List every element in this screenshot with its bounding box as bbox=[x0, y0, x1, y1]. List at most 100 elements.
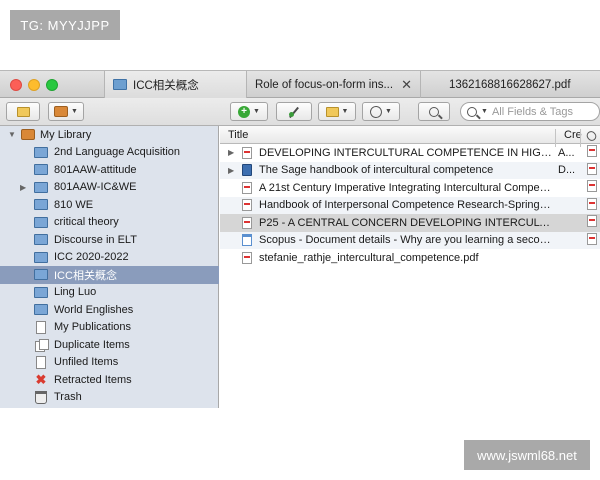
folder-icon bbox=[113, 79, 127, 90]
pdf-attachment-icon[interactable] bbox=[587, 180, 597, 195]
chevron-down-icon: ▼ bbox=[341, 108, 349, 115]
sidebar-item-trash[interactable]: Trash bbox=[0, 389, 219, 407]
search-icon[interactable] bbox=[467, 106, 477, 117]
table-row[interactable]: A 21st Century Imperative Integrating In… bbox=[220, 179, 600, 197]
new-note-button[interactable]: ▼ bbox=[318, 102, 356, 121]
pdf-attachment-icon[interactable] bbox=[587, 215, 597, 230]
items-pane: Title Cre ▶ DEVELOPING INTERCULTURAL COM… bbox=[220, 126, 600, 408]
search-field[interactable]: ▼ bbox=[460, 102, 600, 121]
collections-pane: ▼ My Library 2nd Language Acquisition 80… bbox=[0, 126, 219, 408]
sidebar-item-collection[interactable]: critical theory bbox=[0, 214, 219, 232]
disclosure-closed-icon[interactable]: ▶ bbox=[228, 166, 234, 175]
retracted-icon: ✖ bbox=[35, 372, 47, 388]
add-by-identifier-button[interactable] bbox=[276, 102, 312, 121]
sidebar-item-label: ICC相关概念 bbox=[54, 269, 117, 282]
add-attachment-button[interactable]: ▼ bbox=[362, 102, 400, 121]
sidebar-item-label: My Publications bbox=[54, 321, 132, 334]
pdf-icon bbox=[242, 216, 252, 229]
disclosure-open-icon[interactable]: ▼ bbox=[8, 130, 16, 139]
sidebar-item-label: 810 WE bbox=[54, 198, 94, 211]
sidebar-item-label: 801AAW-attitude bbox=[54, 163, 137, 176]
disclosure-closed-icon[interactable]: ▶ bbox=[228, 148, 234, 157]
disclosure-closed-icon[interactable]: ▶ bbox=[20, 183, 26, 192]
watermark-top-left: TG: MYYJJPP bbox=[10, 10, 120, 40]
locate-button[interactable] bbox=[418, 102, 450, 121]
pdf-icon bbox=[242, 181, 252, 194]
magnifier-icon bbox=[429, 106, 439, 117]
sidebar-item-label: My Library bbox=[40, 128, 92, 141]
sidebar-item-collection-selected[interactable]: ICC相关概念 bbox=[0, 266, 219, 284]
pdf-attachment-icon[interactable] bbox=[587, 145, 597, 160]
pdf-icon bbox=[242, 199, 252, 212]
tab-label: ICC相关概念 bbox=[133, 79, 199, 92]
folder-icon bbox=[33, 163, 49, 177]
sidebar-item-unfiled-items[interactable]: Unfiled Items bbox=[0, 354, 219, 372]
web-page-icon bbox=[242, 234, 252, 247]
sidebar-item-collection[interactable]: ICC 2020-2022 bbox=[0, 249, 219, 267]
close-icon[interactable]: ✕ bbox=[401, 77, 412, 93]
tab-label: Role of focus-on-form ins... bbox=[255, 78, 394, 91]
sidebar-item-label: critical theory bbox=[54, 216, 119, 229]
sidebar-item-my-publications[interactable]: My Publications bbox=[0, 319, 219, 337]
sidebar-item-duplicate-items[interactable]: Duplicate Items bbox=[0, 336, 219, 354]
pdf-icon bbox=[242, 251, 252, 264]
sidebar-item-collection[interactable]: ▶ 801AAW-IC&WE bbox=[0, 179, 219, 197]
window-close-button[interactable] bbox=[10, 79, 22, 91]
zotero-window: ICC相关概念 Role of focus-on-form ins... ✕ 1… bbox=[0, 70, 600, 410]
table-row[interactable]: ▶ DEVELOPING INTERCULTURAL COMPETENCE IN… bbox=[220, 144, 600, 162]
chevron-down-icon: ▼ bbox=[71, 108, 78, 115]
plus-icon: + bbox=[238, 105, 251, 118]
table-row-selected[interactable]: P25 - A CENTRAL CONCERN DEVELOPING INTER… bbox=[220, 214, 600, 232]
sidebar-item-collection[interactable]: Ling Luo bbox=[0, 284, 219, 302]
table-row[interactable]: Handbook of Interpersonal Competence Res… bbox=[220, 196, 600, 214]
chevron-down-icon: ▼ bbox=[385, 108, 392, 115]
watermark-bottom-right: www.jswml68.net bbox=[464, 440, 590, 470]
library-icon bbox=[20, 128, 36, 142]
window-zoom-button[interactable] bbox=[46, 79, 58, 91]
folder-icon bbox=[33, 268, 49, 282]
sidebar-item-retracted-items[interactable]: ✖ Retracted Items bbox=[0, 371, 219, 389]
book-icon bbox=[242, 164, 252, 177]
library-actions-button[interactable]: ▼ bbox=[48, 102, 84, 121]
pdf-icon bbox=[242, 146, 252, 159]
sidebar-item-collection[interactable]: 810 WE bbox=[0, 196, 219, 214]
table-row[interactable]: stefanie_rathje_intercultural_competence… bbox=[220, 249, 600, 267]
sidebar-item-label: ICC 2020-2022 bbox=[54, 251, 129, 264]
sidebar-item-collection[interactable]: Discourse in ELT bbox=[0, 231, 219, 249]
tab-role-of-focus-on-form[interactable]: Role of focus-on-form ins... ✕ bbox=[246, 71, 420, 98]
new-item-button[interactable]: + ▼ bbox=[230, 102, 268, 121]
table-row[interactable]: Scopus - Document details - Why are you … bbox=[220, 231, 600, 249]
sidebar-item-collection[interactable]: 801AAW-attitude bbox=[0, 161, 219, 179]
pdf-attachment-icon[interactable] bbox=[587, 162, 597, 178]
column-header: Title Cre bbox=[220, 126, 600, 147]
pdf-attachment-icon[interactable] bbox=[587, 197, 597, 213]
document-icon bbox=[33, 355, 49, 369]
table-row[interactable]: ▶ The Sage handbook of intercultural com… bbox=[220, 161, 600, 179]
library-gear-icon bbox=[54, 106, 69, 117]
column-header-title[interactable]: Title bbox=[228, 129, 248, 141]
search-input[interactable] bbox=[491, 105, 592, 118]
sidebar-item-label: World Englishes bbox=[54, 303, 134, 316]
tab-pdf-document[interactable]: 1362168816628627.pdf bbox=[420, 71, 600, 98]
note-icon bbox=[325, 106, 339, 117]
trash-icon bbox=[33, 390, 49, 404]
pdf-attachment-icon[interactable] bbox=[587, 232, 597, 248]
window-minimize-button[interactable] bbox=[28, 79, 40, 91]
item-title: The Sage handbook of intercultural compe… bbox=[259, 164, 494, 177]
tab-label: 1362168816628627.pdf bbox=[449, 78, 571, 91]
chevron-down-icon: ▼ bbox=[253, 108, 260, 115]
chevron-down-icon[interactable]: ▼ bbox=[481, 108, 488, 115]
document-icon bbox=[33, 320, 49, 334]
item-title: Scopus - Document details - Why are you … bbox=[259, 234, 552, 247]
sidebar-item-collection[interactable]: World Englishes bbox=[0, 301, 219, 319]
folder-icon bbox=[33, 285, 49, 299]
folder-icon bbox=[33, 215, 49, 229]
new-collection-button[interactable] bbox=[6, 102, 40, 121]
sidebar-item-label: 2nd Language Acquisition bbox=[54, 146, 180, 159]
sidebar-item-label: Discourse in ELT bbox=[54, 233, 137, 246]
sidebar-item-my-library[interactable]: ▼ My Library bbox=[0, 126, 219, 144]
folder-icon bbox=[33, 303, 49, 317]
toolbar: ▼ + ▼ ▼ ▼ ▼ bbox=[0, 98, 600, 126]
tab-icc-concepts[interactable]: ICC相关概念 bbox=[104, 71, 246, 98]
sidebar-item-collection[interactable]: 2nd Language Acquisition bbox=[0, 144, 219, 162]
